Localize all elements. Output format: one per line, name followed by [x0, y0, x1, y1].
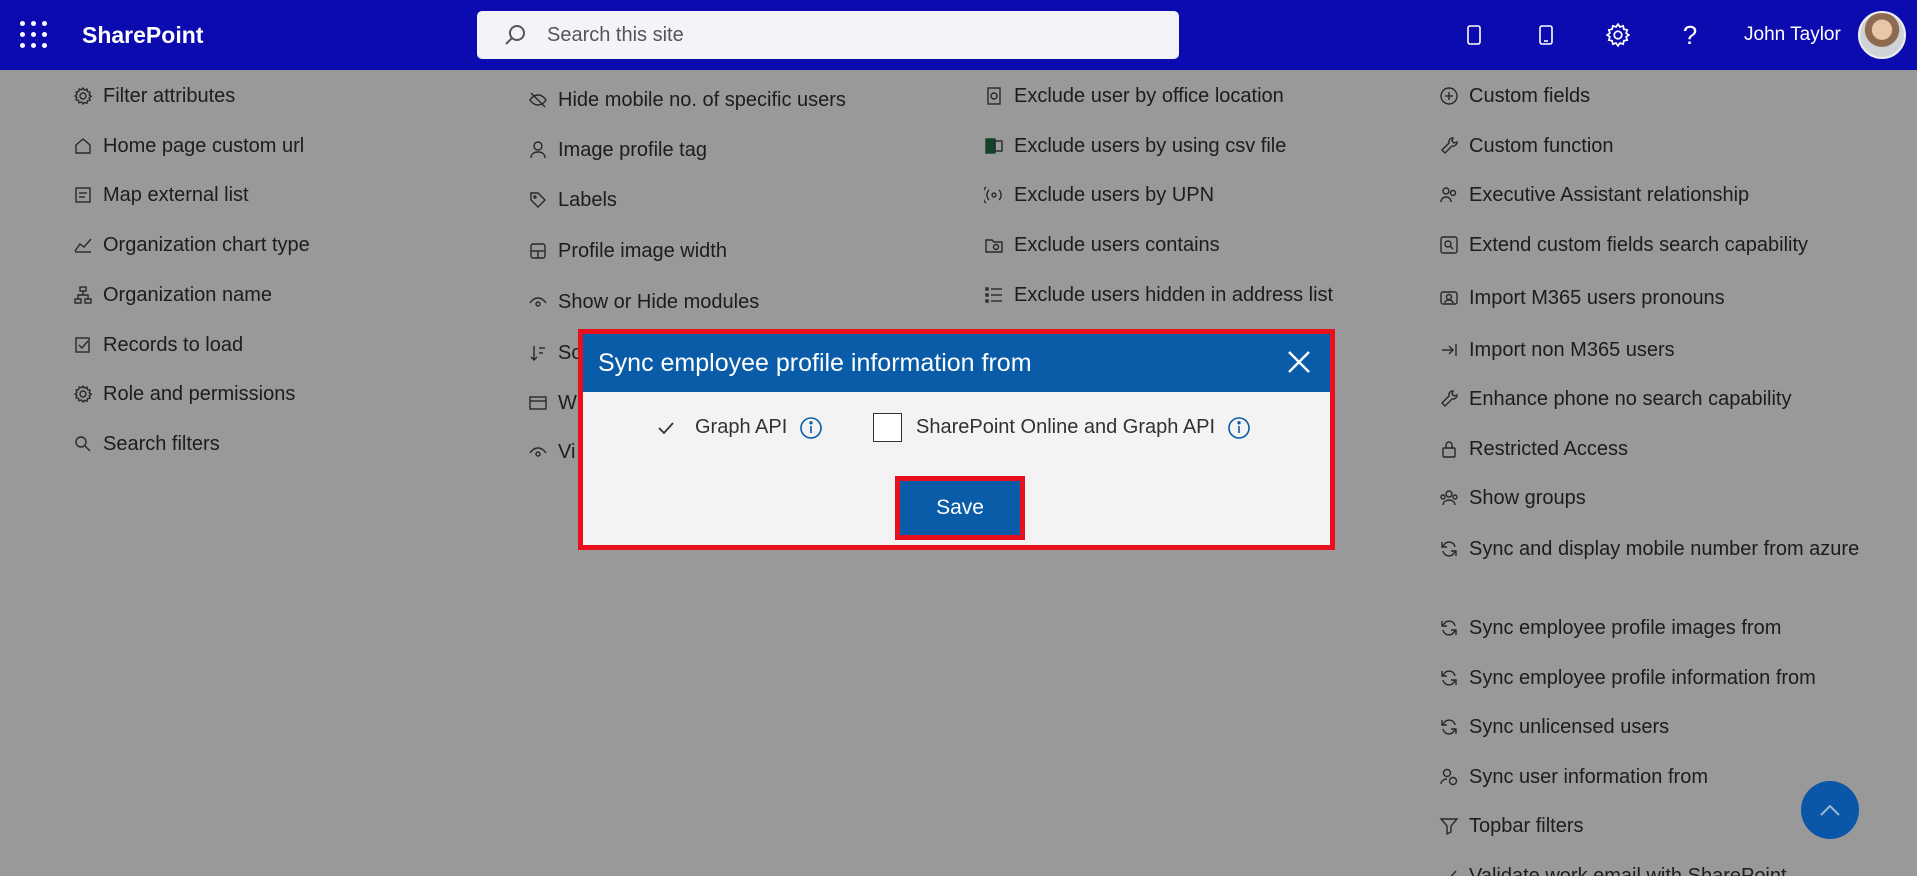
search-placeholder: Search this site: [547, 23, 684, 46]
save-button[interactable]: Save: [900, 481, 1020, 535]
user-name[interactable]: John Taylor: [1744, 24, 1841, 46]
sync-dialog: Sync employee profile information from G…: [583, 334, 1330, 545]
close-icon: [1288, 351, 1310, 373]
close-button[interactable]: [1284, 347, 1314, 377]
graph-api-label: Graph API: [695, 416, 788, 438]
scroll-to-top-button[interactable]: [1801, 781, 1859, 839]
sharepoint-graph-checkbox[interactable]: [873, 413, 902, 442]
info-icon[interactable]: [1227, 416, 1251, 440]
checkmark-icon: [657, 421, 674, 434]
help-icon[interactable]: ?: [1675, 20, 1705, 50]
search-icon: [505, 25, 525, 45]
suite-header: SharePoint Search this site ? John Taylo…: [0, 0, 1917, 70]
phone-icon[interactable]: [1459, 20, 1489, 50]
chevron-up-icon: [1820, 804, 1840, 816]
dialog-title: Sync employee profile information from: [598, 348, 1032, 377]
option-graph-api: Graph API: [651, 413, 823, 442]
sharepoint-graph-label: SharePoint Online and Graph API: [916, 416, 1216, 438]
info-icon[interactable]: [799, 416, 823, 440]
app-launcher-icon[interactable]: [20, 21, 48, 49]
settings-gear-icon[interactable]: [1603, 20, 1633, 50]
tablet-icon[interactable]: [1531, 20, 1561, 50]
brand-title[interactable]: SharePoint: [82, 22, 203, 49]
graph-api-checkbox[interactable]: [651, 413, 680, 442]
search-box[interactable]: Search this site: [477, 11, 1179, 59]
option-sharepoint-graph: SharePoint Online and Graph API: [873, 413, 1251, 442]
dialog-header: Sync employee profile information from: [583, 334, 1330, 392]
avatar[interactable]: [1858, 11, 1906, 59]
